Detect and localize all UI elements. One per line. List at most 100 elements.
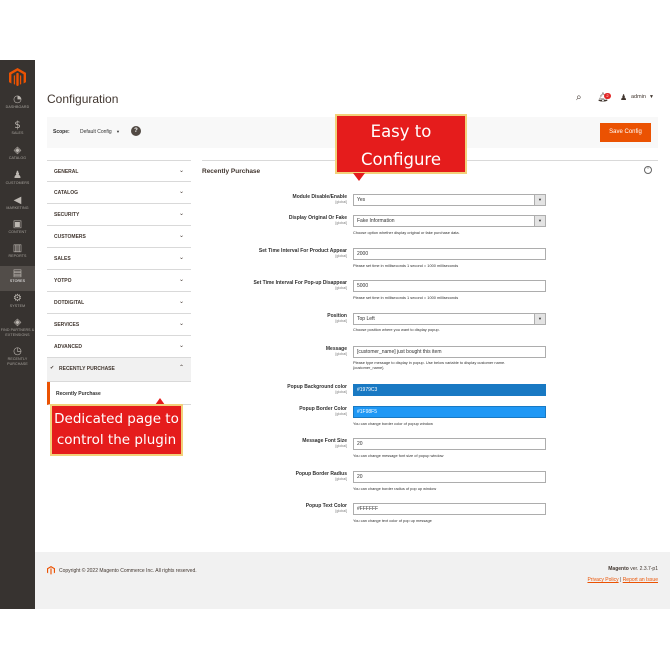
chevron-down-icon: ⌄ xyxy=(178,343,184,349)
position-select[interactable]: Top Left ▼ xyxy=(353,313,546,325)
admin-sidebar: ◔ DASHBOARD $ SALES ◈ CATALOG ♟ CUSTOMER… xyxy=(0,60,35,609)
tab-sales[interactable]: SALES ⌄ xyxy=(47,248,191,270)
bg-color-input[interactable]: #1979C3 xyxy=(353,384,546,396)
tab-dotdigital[interactable]: DOTDIGITAL ⌄ xyxy=(47,292,191,314)
interval-appear-input[interactable]: 2000 xyxy=(353,248,546,260)
tab-services[interactable]: SERVICES ⌄ xyxy=(47,314,191,336)
border-radius-input[interactable]: 20 xyxy=(353,471,546,483)
content-icon: ▣ xyxy=(12,219,23,230)
scope-hint: [global] xyxy=(335,477,347,481)
scope-hint: [global] xyxy=(335,286,347,290)
page-title: Configuration xyxy=(47,92,119,106)
chevron-down-icon: ⌄ xyxy=(178,321,184,327)
display-original-fake-select[interactable]: Fake Information ▼ xyxy=(353,215,546,227)
chevron-up-icon: ⌃ xyxy=(178,365,184,371)
scope-switcher[interactable]: Default Config xyxy=(80,129,112,135)
magento-logo-icon xyxy=(47,566,55,575)
field-note: You can change message font size of popu… xyxy=(353,453,444,458)
sidebar-item-system[interactable]: ⚙ SYSTEM xyxy=(0,293,35,315)
privacy-policy-link[interactable]: Privacy Policy xyxy=(587,577,618,583)
border-color-input[interactable]: #1F98F5 xyxy=(353,406,546,418)
help-icon[interactable]: ? xyxy=(131,126,141,136)
config-tabs: GENERAL ⌄ CATALOG ⌄ SECURITY ⌄ CUSTOMERS ⌄ S… xyxy=(47,160,191,405)
sidebar-item-stores[interactable]: ▤ STORES xyxy=(0,266,35,291)
scope-hint: [global] xyxy=(335,390,347,394)
notification-count-badge: 2 xyxy=(604,93,611,99)
version-info: Magento ver. 2.3.7-p1 xyxy=(608,566,658,572)
tab-security[interactable]: SECURITY ⌄ xyxy=(47,204,191,226)
sidebar-item-content[interactable]: ▣ CONTENT xyxy=(0,219,35,241)
tab-catalog[interactable]: CATALOG ⌄ xyxy=(47,182,191,204)
chevron-down-icon: ⌄ xyxy=(178,189,184,195)
report-issue-link[interactable]: Report an Issue xyxy=(623,577,658,583)
chevron-down-icon: ⌄ xyxy=(178,233,184,239)
check-icon: ✔ xyxy=(50,365,55,371)
store-icon: ▤ xyxy=(12,268,23,279)
chevron-down-icon: ⌄ xyxy=(178,299,184,305)
scope-label: Scope: xyxy=(53,129,70,135)
tab-customers[interactable]: CUSTOMERS ⌄ xyxy=(47,226,191,248)
save-config-button[interactable]: Save Config xyxy=(600,123,651,142)
cube-icon: ◈ xyxy=(13,145,22,156)
footer: Copyright © 2022 Magento Commerce Inc. A… xyxy=(35,552,670,609)
sidebar-item-recently-purchase[interactable]: ◷ RECENTLY PURCHASE xyxy=(0,346,35,372)
megaphone-icon: ◀ xyxy=(13,195,22,206)
cubes-icon: ◈ xyxy=(13,317,22,328)
search-icon[interactable]: ⌕ xyxy=(576,92,582,103)
gear-icon: ⚙ xyxy=(13,293,22,304)
scope-hint: [global] xyxy=(335,509,347,513)
chevron-down-icon: ⌄ xyxy=(178,277,184,283)
module-enable-select[interactable]: Yes ▼ xyxy=(353,194,546,206)
tab-advanced[interactable]: ADVANCED ⌄ xyxy=(47,336,191,358)
user-icon[interactable]: ♟ xyxy=(620,93,627,102)
chevron-down-icon: ⌄ xyxy=(178,211,184,217)
interval-disappear-input[interactable]: 5000 xyxy=(353,280,546,292)
sidebar-item-marketing[interactable]: ◀ MARKETING xyxy=(0,195,35,217)
field-note: Please set time in milliseconds 1 second… xyxy=(353,295,459,300)
field-note: Choose option whether display original o… xyxy=(353,230,460,235)
sidebar-item-dashboard[interactable]: ◔ DASHBOARD xyxy=(0,94,35,116)
font-size-input[interactable]: 20 xyxy=(353,438,546,450)
person-icon: ♟ xyxy=(13,170,22,181)
chevron-down-icon: ⌄ xyxy=(178,255,184,261)
sidebar-item-catalog[interactable]: ◈ CATALOG xyxy=(0,145,35,167)
user-menu[interactable]: admin xyxy=(631,94,646,100)
tab-yotpo[interactable]: YOTPO ⌄ xyxy=(47,270,191,292)
select-arrow-icon: ▼ xyxy=(534,314,545,324)
clock-icon: ◷ xyxy=(13,346,22,357)
caret-down-icon[interactable]: ▼ xyxy=(116,129,120,134)
field-note: Please type message to display in popup.… xyxy=(353,360,506,370)
scope-hint: [global] xyxy=(335,444,347,448)
scope-hint: [global] xyxy=(335,352,347,356)
text-color-input[interactable]: #FFFFFF xyxy=(353,503,546,515)
scope-hint: [global] xyxy=(335,221,347,225)
tab-recently-purchase[interactable]: ✔ RECENTLY PURCHASE ⌃ xyxy=(47,358,191,382)
scope-hint: [global] xyxy=(335,200,347,204)
interval-disappear-label: Set Time Interval For Pop-up Disappear xyxy=(253,280,347,286)
section-title[interactable]: Recently Purchase xyxy=(202,168,260,175)
dedicated-page-callout: Dedicated page to control the plugin xyxy=(50,404,183,456)
scope-hint: [global] xyxy=(335,412,347,416)
chevron-down-icon: ⌄ xyxy=(178,168,184,174)
footer-links: Privacy Policy | Report an Issue xyxy=(587,577,658,583)
sidebar-item-customers[interactable]: ♟ CUSTOMERS xyxy=(0,170,35,192)
sidebar-item-reports[interactable]: ▥ REPORTS xyxy=(0,243,35,265)
subtab-recently-purchase[interactable]: Recently Purchase xyxy=(47,382,191,405)
sidebar-item-find-partners[interactable]: ◈ FIND PARTNERS & EXTENSIONS xyxy=(0,317,35,343)
scope-hint: [global] xyxy=(335,319,347,323)
field-note: You can change border color of popup win… xyxy=(353,421,433,426)
sidebar-item-sales[interactable]: $ SALES xyxy=(0,120,35,142)
dollar-icon: $ xyxy=(14,120,21,131)
collapse-icon[interactable]: ⌃ xyxy=(644,166,652,174)
field-note: Choose position where you want to displa… xyxy=(353,327,440,332)
magento-logo-icon[interactable] xyxy=(9,68,26,87)
scope-hint: [global] xyxy=(335,254,347,258)
field-note: You can change border radius of pop up w… xyxy=(353,486,437,491)
message-input[interactable]: [customer_name] just bought this item xyxy=(353,346,546,358)
bar-chart-icon: ▥ xyxy=(12,243,23,254)
select-arrow-icon: ▼ xyxy=(534,216,545,226)
tab-general[interactable]: GENERAL ⌄ xyxy=(47,160,191,182)
dashboard-icon: ◔ xyxy=(13,94,22,105)
field-note: You can change text color of pop up mess… xyxy=(353,518,432,523)
caret-down-icon[interactable]: ▼ xyxy=(649,94,654,100)
